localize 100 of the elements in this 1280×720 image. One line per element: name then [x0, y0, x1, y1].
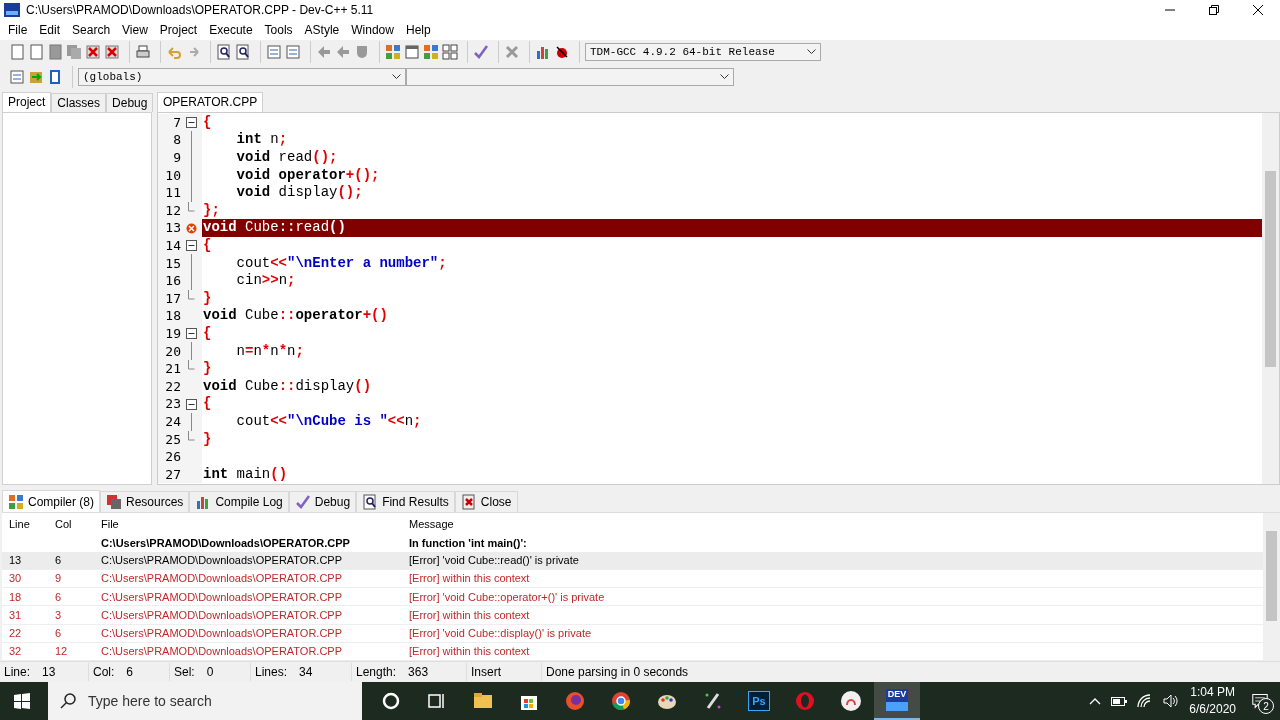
page-icon[interactable] [28, 44, 44, 61]
ps-logo[interactable]: Ps [748, 691, 770, 711]
column-header[interactable]: Message [401, 517, 1263, 530]
fold-toggle-icon[interactable] [185, 398, 197, 410]
column-header[interactable]: File [93, 517, 401, 530]
close-icon[interactable] [1253, 5, 1263, 15]
bug-icon[interactable] [554, 44, 570, 61]
column-header[interactable]: Col [47, 517, 93, 530]
table-cell-text: 13 [8, 554, 23, 567]
column-header[interactable]: Line [2, 517, 47, 530]
chrome-icon[interactable] [610, 690, 632, 712]
find-icon[interactable] [235, 44, 251, 61]
firefox-icon[interactable] [564, 690, 586, 712]
tab[interactable]: Classes [51, 92, 107, 112]
fold-end-line [187, 289, 195, 300]
x-mark-icon[interactable] [85, 44, 101, 61]
menu-item[interactable]: File [2, 22, 34, 37]
line-number: 16 [164, 272, 181, 290]
line-number: 11 [164, 184, 181, 202]
document-icon[interactable] [9, 69, 25, 86]
table-cell-text: 31 [8, 608, 23, 621]
code-line: } [203, 289, 212, 306]
fold-toggle-icon[interactable] [185, 240, 197, 252]
shield-icon[interactable] [354, 44, 370, 61]
book-icon[interactable] [47, 69, 63, 86]
cortana-icon[interactable] [380, 690, 402, 712]
x-mark-icon[interactable] [104, 44, 120, 61]
stack-icon [106, 494, 122, 511]
table-cell-text: 6 [54, 554, 63, 567]
table-cell-text: C:\Users\PRAMOD\Downloads\OPERATOR.CPP [100, 536, 351, 549]
dev-logo[interactable]: DEV [886, 689, 908, 711]
status-label: Lines: [255, 665, 288, 679]
volume-icon[interactable] [1163, 694, 1180, 708]
tab[interactable]: OPERATOR.CPP [157, 91, 264, 112]
page-icon[interactable] [47, 44, 63, 61]
line-number: 12 [164, 201, 181, 220]
menu-item[interactable]: Window [345, 22, 400, 37]
grid-icon[interactable] [442, 44, 458, 61]
menu-item[interactable]: View [116, 22, 154, 37]
tab[interactable]: Compile Log [189, 491, 289, 513]
menu-item[interactable]: AStyle [298, 22, 346, 37]
status-value: Done parsing in 0 seconds [546, 665, 689, 679]
print-icon[interactable] [135, 44, 151, 61]
scope-dropdown[interactable]: (globals) [78, 68, 406, 87]
search-bar[interactable]: Type here to search [48, 682, 362, 720]
table-cell-text: 32 [8, 645, 23, 658]
line-number: 18 [164, 307, 181, 325]
tab[interactable]: Close [454, 491, 518, 513]
status-value: 13 [42, 665, 56, 679]
tab[interactable]: Compiler (8) [2, 490, 100, 513]
menu-item[interactable]: Execute [203, 22, 259, 37]
scrollbar[interactable] [1263, 513, 1280, 662]
arrow-box-icon[interactable] [28, 69, 44, 86]
windows-start-icon[interactable] [14, 693, 30, 709]
menu-item[interactable]: Help [399, 22, 437, 37]
tab[interactable]: Resources [100, 491, 190, 513]
tab[interactable]: Find Results [356, 491, 455, 513]
tab[interactable]: Debug [106, 92, 154, 112]
document-icon[interactable] [285, 44, 301, 61]
line-number: 27 [164, 465, 181, 484]
table-cell-text: C:\Users\PRAMOD\Downloads\OPERATOR.CPP [100, 572, 344, 585]
document-icon[interactable] [266, 44, 282, 61]
tab[interactable]: Debug [288, 491, 357, 513]
code-line: void display(); [235, 184, 363, 201]
code-line: cin>>n; [235, 272, 296, 289]
circle-app-icon[interactable] [840, 690, 862, 712]
menu-item[interactable]: Tools [258, 22, 299, 37]
code-line: } [203, 430, 212, 447]
code-line: void Cube::read() [203, 219, 346, 236]
chevron-up-icon[interactable] [1089, 697, 1102, 705]
menu-item[interactable]: Search [66, 22, 117, 37]
window-title: C:\Users\PRAMOD\Downloads\OPERATOR.CPP - Dev-C++ 5.11 [26, 3, 375, 17]
tab[interactable]: Project [2, 91, 52, 112]
page-icon[interactable] [9, 44, 25, 61]
menu-item[interactable]: Project [153, 22, 204, 37]
fold-line [189, 342, 193, 361]
selected-row[interactable]: 13 6 C:\Users\PRAMOD\Downloads\OPERATOR.CPP [Error] 'void Cube::read()' is private [2, 551, 1263, 570]
check-icon[interactable] [473, 44, 489, 61]
colored-grid-icon[interactable] [423, 44, 439, 61]
battery-icon[interactable] [1111, 696, 1128, 706]
notification-icon[interactable] [1252, 692, 1268, 710]
clock[interactable]: 1:04 PM 6/6/2020 [1189, 684, 1236, 718]
close-icon [460, 494, 477, 511]
bar-chart-icon[interactable] [535, 44, 551, 61]
fold-toggle-icon[interactable] [185, 117, 197, 129]
cross-icon[interactable] [504, 44, 520, 61]
compiler-dropdown[interactable]: TDM-GCC 4.9.2 64-bit Release [585, 43, 821, 62]
table-cell-text: 30 [8, 572, 23, 585]
fold-toggle-icon[interactable] [185, 328, 197, 340]
search-input[interactable]: Type here to search [86, 692, 340, 710]
taskbar-button[interactable]: DEV [874, 682, 920, 720]
opera-icon[interactable] [794, 690, 816, 712]
colored-grid-icon[interactable] [385, 44, 401, 61]
window-icon[interactable] [404, 44, 420, 61]
scrollbar[interactable] [1262, 112, 1279, 485]
restore-icon[interactable] [1209, 5, 1219, 15]
code-line: cout<<"\nCube is "<<n; [235, 412, 422, 429]
pages-icon[interactable] [66, 44, 82, 61]
find-icon[interactable] [216, 44, 232, 61]
menu-item[interactable]: Edit [33, 22, 67, 37]
